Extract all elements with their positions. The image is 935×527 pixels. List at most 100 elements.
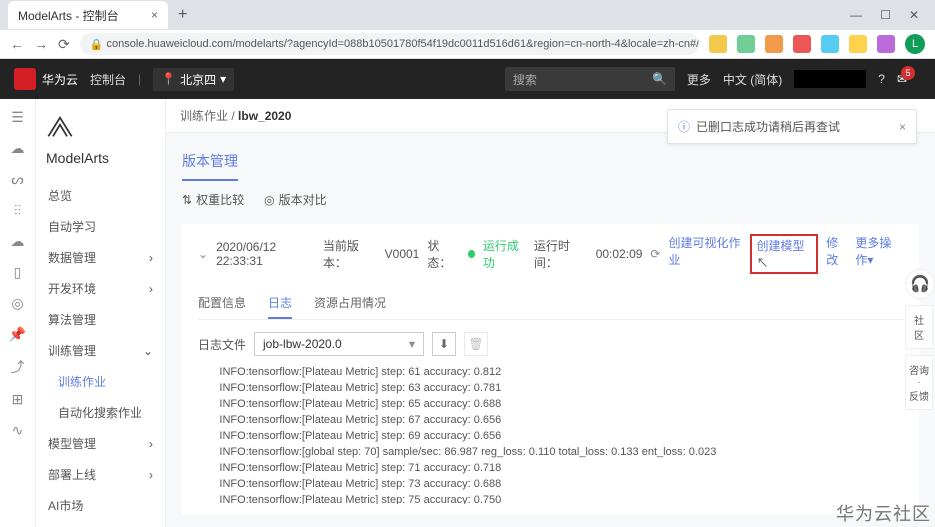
sidebar-item[interactable]: 开发环境›: [46, 273, 155, 304]
tab-resource[interactable]: 资源占用情况: [314, 288, 386, 319]
chevron-down-icon[interactable]: ⌄: [198, 247, 208, 261]
support-icon[interactable]: 🎧: [905, 269, 935, 299]
content: 版本管理 ⇅ 权重比较 ◎ 版本对比 ⌄ 2020/06/12 22:33:31…: [166, 133, 935, 524]
toolbar: ⇅ 权重比较 ◎ 版本对比: [182, 181, 919, 218]
cursor-icon: ↖: [756, 256, 768, 270]
browser-tab[interactable]: ModelArts - 控制台 ×: [8, 1, 168, 29]
job-actions: 创建可视化作业 创建模型 ↖ 修改 更多操作▾: [669, 234, 904, 274]
sidebar-item[interactable]: AI市场: [46, 490, 155, 521]
log-file-select[interactable]: job-lbw-2020.0 ▾: [254, 332, 424, 356]
sidebar-item[interactable]: 模型管理›: [46, 428, 155, 459]
status-dot-icon: [468, 250, 475, 258]
menu-icon[interactable]: ☰: [11, 109, 24, 126]
wave-icon[interactable]: ∿: [12, 422, 24, 439]
highlight-box: 创建模型 ↖: [750, 234, 818, 274]
cloud-icon[interactable]: ☁: [11, 140, 25, 157]
download-button[interactable]: ⬇: [432, 332, 456, 356]
close-icon[interactable]: ×: [899, 120, 906, 134]
grid-icon[interactable]: ⊞: [12, 391, 24, 408]
sidebar-item[interactable]: 总览: [46, 180, 155, 211]
tab-config[interactable]: 配置信息: [198, 288, 246, 319]
sidebar-item-label: 训练作业: [58, 373, 106, 390]
ext-icon[interactable]: [849, 35, 867, 53]
pin-icon[interactable]: 📌: [9, 326, 26, 343]
delete-button: 🗑: [464, 332, 488, 356]
region-selector[interactable]: 📍 北京四 ▾: [153, 68, 234, 91]
ver-value: V0001: [385, 247, 420, 261]
community-widget[interactable]: 社区: [905, 305, 933, 349]
bars-icon[interactable]: ⫶⫶: [14, 202, 21, 219]
create-vis-link[interactable]: 创建可视化作业: [669, 234, 743, 274]
feedback-widget[interactable]: 咨询·反馈: [905, 355, 933, 410]
reload-icon[interactable]: ⟳: [58, 36, 70, 53]
ext-icon[interactable]: [737, 35, 755, 53]
sidebar-item[interactable]: 算法管理: [46, 304, 155, 335]
more-link[interactable]: 更多: [687, 71, 711, 88]
sidebar-item[interactable]: 部署上线 ›: [46, 459, 155, 490]
profile-avatar[interactable]: L: [905, 34, 925, 54]
sidebar-item[interactable]: 数据管理›: [46, 242, 155, 273]
log-line: INFO:tensorflow:[Plateau Metric] step: 7…: [198, 476, 903, 492]
sidebar-item-label: AI市场: [48, 497, 83, 514]
url-input[interactable]: 🔒 console.huaweicloud.com/modelarts/?age…: [80, 33, 699, 55]
info-icon: ⓘ: [678, 118, 690, 135]
sort-button[interactable]: ⇅ 权重比较: [182, 191, 244, 208]
sidebar-item[interactable]: 训练管理⌄: [46, 335, 155, 366]
cloud2-icon[interactable]: ☁: [11, 233, 25, 250]
new-tab-button[interactable]: +: [178, 6, 187, 24]
region-label: 北京四: [180, 71, 216, 88]
ext-icon[interactable]: [765, 35, 783, 53]
ext-icon[interactable]: [709, 35, 727, 53]
nav-forward-icon[interactable]: →: [34, 36, 48, 52]
refresh-icon[interactable]: ⟳: [650, 247, 660, 261]
nav-back-icon[interactable]: ←: [10, 36, 24, 52]
float-widgets: 🎧 社区 咨询·反馈: [905, 269, 935, 410]
device-icon[interactable]: ▯: [14, 264, 22, 281]
sidebar-item[interactable]: 训练作业: [46, 366, 155, 397]
msg-badge: 5: [901, 66, 915, 80]
graph-icon[interactable]: ᔕ: [11, 171, 23, 188]
minimize-icon[interactable]: —: [850, 8, 862, 22]
ver-label: 当前版本：: [323, 237, 377, 271]
link-icon[interactable]: ◎: [11, 295, 23, 312]
log-output: INFO:tensorflow:[Plateau Metric] step: 6…: [198, 364, 903, 504]
breadcrumb-current: lbw_2020: [238, 109, 291, 123]
log-line: INFO:tensorflow:[Plateau Metric] step: 7…: [198, 492, 903, 504]
sidebar-item[interactable]: 自动学习: [46, 211, 155, 242]
ext-icon[interactable]: [877, 35, 895, 53]
help-icon[interactable]: ?: [878, 72, 885, 86]
more-ops-link[interactable]: 更多操作▾: [855, 234, 903, 274]
top-search-input[interactable]: 搜索 🔍: [505, 67, 675, 91]
log-selector-row: 日志文件 job-lbw-2020.0 ▾ ⬇ 🗑: [198, 332, 903, 356]
close-icon[interactable]: ×: [151, 8, 158, 22]
share-icon[interactable]: ⤴: [11, 357, 25, 377]
sidebar-item[interactable]: 自动化搜索作业: [46, 397, 155, 428]
brand-logo[interactable]: 华为云: [14, 68, 78, 90]
breadcrumb-root[interactable]: 训练作业: [180, 109, 228, 123]
compare-button[interactable]: ◎ 版本对比: [264, 191, 327, 208]
user-account[interactable]: [794, 70, 866, 88]
sidebar-item[interactable]: ModelArts Pro›: [46, 521, 155, 527]
ext-icon[interactable]: [793, 35, 811, 53]
sidebar-item-label: 开发环境: [48, 280, 96, 297]
modify-link[interactable]: 修改: [826, 234, 847, 274]
notice-text: 已删口志成功请稍后再查试: [696, 118, 840, 135]
locale-link[interactable]: 中文 (简体): [723, 71, 782, 88]
main-panel: 训练作业 / lbw_2020 ⓘ 已删口志成功请稍后再查试 × 版本管理 ⇅ …: [166, 99, 935, 527]
chevron-down-icon: ▾: [409, 337, 415, 351]
expand-icon: ›: [149, 468, 153, 482]
sidebar-item-label: 部署上线: [48, 466, 96, 483]
huawei-logo-icon: [14, 68, 36, 90]
modelarts-logo-icon: [46, 113, 74, 141]
maximize-icon[interactable]: ☐: [880, 8, 891, 22]
tab-log[interactable]: 日志: [268, 288, 292, 319]
console-link[interactable]: 控制台: [90, 71, 126, 88]
log-line: INFO:tensorflow:[Plateau Metric] step: 7…: [198, 460, 903, 476]
expand-icon: ›: [149, 437, 153, 451]
create-model-link[interactable]: 创建模型: [756, 239, 804, 253]
chevron-down-icon: ▾: [220, 72, 226, 86]
notifications[interactable]: ✉ 5: [897, 72, 921, 86]
ext-icon[interactable]: [821, 35, 839, 53]
lock-icon: 🔒: [90, 38, 107, 51]
close-window-icon[interactable]: ✕: [909, 8, 919, 22]
